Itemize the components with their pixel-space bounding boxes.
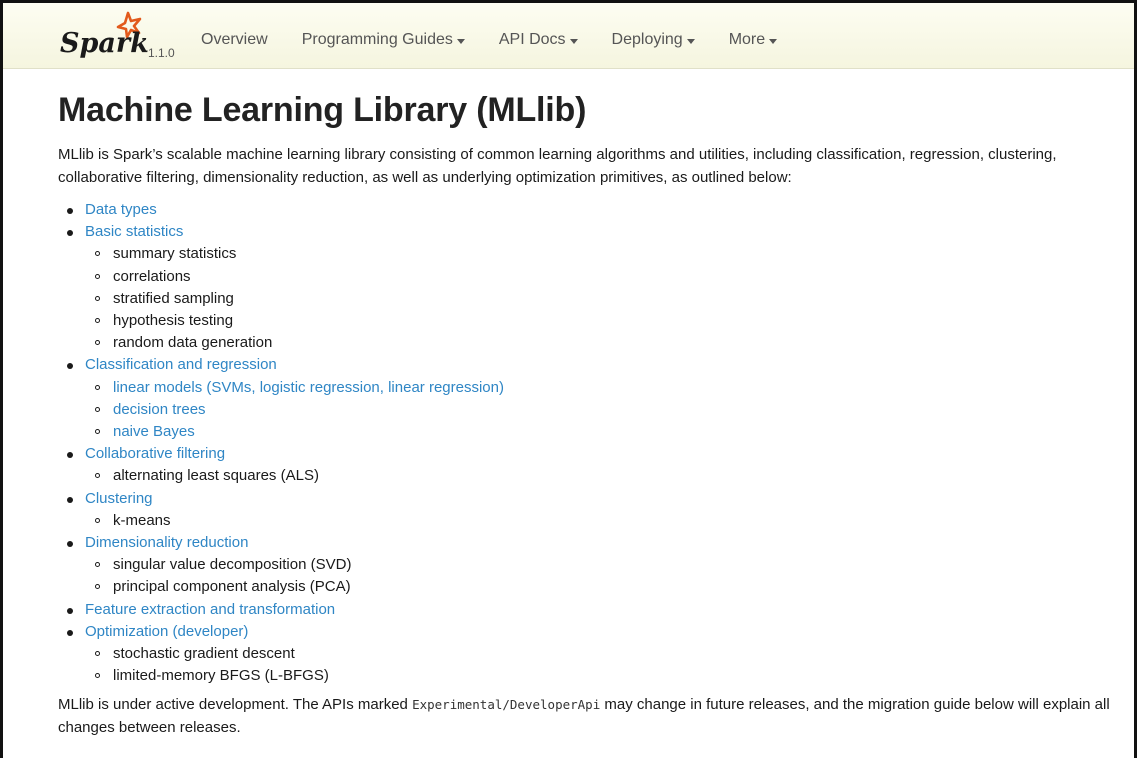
sub-item-decision-trees: decision trees	[95, 399, 1118, 421]
sub-item-singular-value-decomposition-svd: singular value decomposition (SVD)	[95, 554, 1118, 576]
sub-item-text: k-means	[113, 511, 171, 529]
caret-down-icon	[569, 38, 578, 44]
note-text-start: MLlib is under active development. The A…	[58, 696, 413, 714]
nav-item-label: Programming Guides	[301, 31, 453, 48]
sub-item-stochastic-gradient-descent: stochastic gradient descent	[95, 643, 1118, 665]
nav-item-label: More	[728, 31, 766, 48]
sub-item-link[interactable]: decision trees	[113, 401, 206, 418]
api-marker-code: Experimental/DeveloperApi	[412, 697, 601, 713]
sub-item-text: summary statistics	[113, 245, 237, 263]
sub-item-text: principal component analysis (PCA)	[113, 578, 351, 596]
sub-item-linear-models-svms-logistic-regression-linear-regression: linear models (SVMs, logistic regression…	[95, 377, 1118, 399]
nav-item-label: Overview	[201, 31, 268, 48]
sub-item-text: hypothesis testing	[113, 312, 234, 330]
sub-item-alternating-least-squares-als: alternating least squares (ALS)	[95, 465, 1118, 487]
sub-item-text: limited-memory BFGS (L-BFGS)	[113, 667, 329, 685]
sub-item-summary-statistics: summary statistics	[95, 243, 1118, 265]
spark-logo[interactable]: Spark 1.1.0	[60, 9, 190, 64]
brand-name: Spark	[60, 28, 149, 59]
outline-item-collaborative-filtering: Collaborative filtering alternating least…	[67, 443, 1118, 487]
nav-item-overview[interactable]: Overview	[201, 31, 268, 49]
outline-link[interactable]: Dimensionality reduction	[85, 534, 248, 551]
sub-list: summary statistics correlations stratified…	[85, 243, 1118, 354]
page-title: Machine Learning Library (MLlib)	[58, 91, 587, 129]
sub-list: singular value decomposition (SVD) princi…	[85, 554, 1118, 598]
outline-item-optimization-developer: Optimization (developer) stochastic gradi…	[67, 621, 1118, 688]
outline-link[interactable]: Collaborative filtering	[85, 445, 225, 462]
outline-item-data-types: Data types	[67, 199, 1118, 221]
nav-item-deploying[interactable]: Deploying	[612, 31, 695, 49]
main-content: Machine Learning Library (MLlib) MLlib i…	[58, 88, 1118, 739]
sub-item-naive-bayes: naive Bayes	[95, 421, 1118, 443]
sub-item-text: stochastic gradient descent	[113, 645, 295, 663]
nav-item-api-docs[interactable]: API Docs	[499, 31, 578, 49]
sub-item-hypothesis-testing: hypothesis testing	[95, 310, 1118, 332]
outline-list: Data types Basic statistics summary statis…	[58, 199, 1118, 687]
sub-item-text: alternating least squares (ALS)	[113, 467, 319, 485]
outline-item-dimensionality-reduction: Dimensionality reduction singular value d…	[67, 532, 1118, 599]
caret-down-icon	[769, 38, 778, 44]
sub-item-text: singular value decomposition (SVD)	[113, 556, 352, 574]
sub-item-text: random data generation	[113, 334, 273, 352]
outline-link[interactable]: Classification and regression	[85, 356, 277, 373]
nav-item-more[interactable]: More	[728, 31, 778, 49]
development-note: MLlib is under active development. The A…	[58, 694, 1118, 739]
sub-item-correlations: correlations	[95, 266, 1118, 288]
sub-item-stratified-sampling: stratified sampling	[95, 288, 1118, 310]
intro-paragraph: MLlib is Spark’s scalable machine learni…	[58, 146, 1057, 186]
sub-list: alternating least squares (ALS)	[85, 465, 1118, 487]
outline-link[interactable]: Data types	[85, 201, 157, 218]
sub-item-link[interactable]: naive Bayes	[113, 423, 195, 440]
caret-down-icon	[456, 38, 465, 44]
sub-list: linear models (SVMs, logistic regression…	[85, 377, 1118, 444]
sub-item-link[interactable]: linear models (SVMs, logistic regression…	[113, 379, 504, 396]
navbar: Spark 1.1.0 Overview Programming Guides AP…	[3, 3, 1134, 69]
outline-link[interactable]: Basic statistics	[85, 223, 183, 240]
outline-item-feature-extraction-and-transformation: Feature extraction and transformation	[67, 599, 1118, 621]
nav-item-label: API Docs	[498, 31, 566, 48]
outline-item-clustering: Clustering k-means	[67, 488, 1118, 532]
nav-item-label: Deploying	[611, 31, 683, 48]
caret-down-icon	[686, 38, 695, 44]
outline-link[interactable]: Clustering	[85, 490, 153, 507]
sub-item-principal-component-analysis-pca: principal component analysis (PCA)	[95, 576, 1118, 598]
outline-link[interactable]: Optimization (developer)	[85, 623, 248, 640]
sub-list: stochastic gradient descent limited-memor…	[85, 643, 1118, 687]
sub-item-text: correlations	[113, 267, 191, 285]
nav-menu: Overview Programming Guides API Docs Deploy…	[201, 31, 811, 49]
version-label: 1.1.0	[148, 46, 175, 60]
outline-item-basic-statistics: Basic statistics summary statistics correl…	[67, 221, 1118, 354]
sub-list: k-means	[85, 510, 1118, 532]
sub-item-text: stratified sampling	[113, 289, 234, 307]
outline-link[interactable]: Feature extraction and transformation	[85, 601, 335, 618]
nav-item-programming-guides[interactable]: Programming Guides	[302, 31, 465, 49]
outline-item-classification-and-regression: Classification and regression linear mode…	[67, 354, 1118, 443]
sub-item-k-means: k-means	[95, 510, 1118, 532]
sub-item-limited-memory-bfgs-l-bfgs: limited-memory BFGS (L-BFGS)	[95, 665, 1118, 687]
sub-item-random-data-generation: random data generation	[95, 332, 1118, 354]
